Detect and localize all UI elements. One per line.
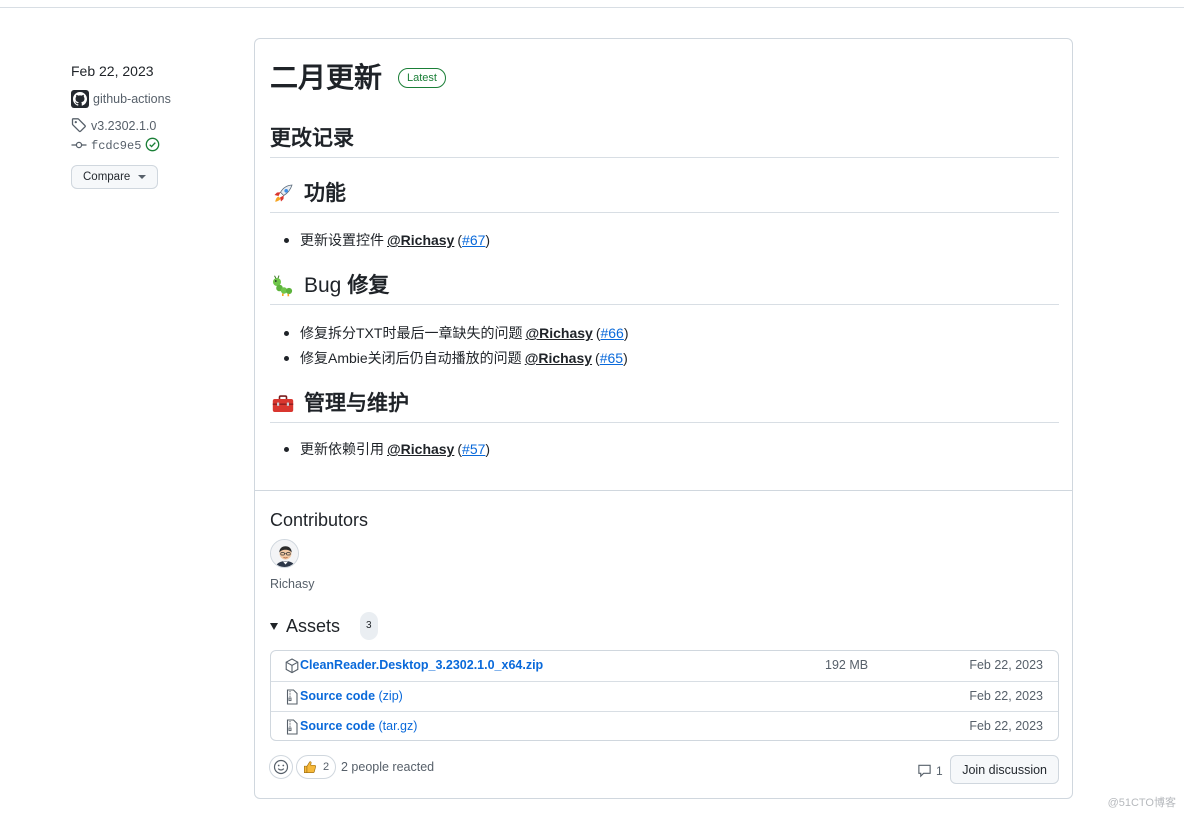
asset-download-link[interactable]: Source code (zip) — [300, 689, 403, 703]
smiley-icon — [273, 759, 289, 775]
commit-sha[interactable]: fcdc9e5 — [91, 139, 141, 153]
join-discussion-button[interactable]: Join discussion — [950, 755, 1059, 784]
section-bugfix-title-a: Bug — [304, 274, 342, 297]
section-features-title: 功能 — [304, 182, 346, 205]
issue-link[interactable]: #67 — [462, 228, 485, 253]
issue-link[interactable]: #66 — [600, 321, 623, 346]
list-item: 更新依赖引用 @Richasy (#57) — [282, 437, 1059, 462]
mention-link[interactable]: @Richasy — [387, 437, 454, 462]
asset-row: Source code (tar.gz) Feb 22, 2023 — [271, 711, 1058, 741]
changelog-heading-text: 更改记录 — [270, 127, 354, 150]
asset-download-link[interactable]: CleanReader.Desktop_3.2302.1.0_x64.zip — [300, 658, 543, 672]
top-divider — [0, 7, 1184, 8]
asset-date: Feb 22, 2023 — [969, 719, 1043, 733]
mention-link[interactable]: @Richasy — [387, 228, 454, 253]
item-text: 更新依赖引用 — [300, 441, 384, 457]
check-circle-icon — [145, 137, 160, 155]
section-bugfix-heading: Bug 修复 — [270, 272, 1059, 305]
tag-icon — [71, 117, 87, 136]
tag-row[interactable]: v3.2302.1.0 — [71, 117, 241, 135]
mention-link[interactable]: @Richasy — [525, 346, 592, 371]
assets-list: CleanReader.Desktop_3.2302.1.0_x64.zip 1… — [270, 650, 1059, 741]
bullet — [284, 331, 289, 336]
compare-button[interactable]: Compare — [71, 165, 159, 189]
maintenance-list: 更新依赖引用 @Richasy (#57) — [282, 437, 1059, 462]
commit-icon — [71, 137, 87, 156]
mention-link[interactable]: @Richasy — [525, 321, 592, 346]
asset-download-link[interactable]: Source code (tar.gz) — [300, 719, 417, 733]
watermark: @51CTO博客 — [1107, 797, 1176, 809]
item-text: 更新设置控件 — [300, 232, 384, 248]
item-text: 修复Ambie关闭后仍自动播放的问题 — [300, 350, 522, 366]
thumbs-up-icon — [304, 761, 316, 773]
compare-label: Compare — [83, 171, 131, 183]
author-name[interactable]: github-actions — [93, 92, 171, 106]
bugfix-list: 修复拆分TXT时最后一章缺失的问题 @Richasy (#66) 修复Ambie… — [282, 321, 1059, 371]
asset-row: Source code (zip) Feb 22, 2023 — [271, 681, 1058, 711]
section-bugfix-title-b: 修复 — [347, 274, 390, 297]
release-meta: Feb 22, 2023 github-actions v3.2302.1.0 … — [71, 62, 241, 189]
comment-icon — [918, 764, 931, 778]
add-reaction-button[interactable] — [269, 755, 293, 779]
assets-count-badge: 3 — [360, 612, 378, 640]
commit-row[interactable]: fcdc9e5 — [71, 137, 241, 155]
issue-link[interactable]: #65 — [600, 346, 623, 371]
section-divider — [255, 490, 1072, 491]
comment-count[interactable]: 1 — [917, 763, 943, 778]
bullet — [284, 356, 289, 361]
item-text: 修复拆分TXT时最后一章缺失的问题 — [300, 325, 523, 341]
section-maintenance-title: 管理与维护 — [304, 392, 409, 415]
contributors-title: Contributors — [270, 510, 369, 530]
author-row[interactable]: github-actions — [71, 90, 241, 108]
file-zip-icon — [285, 719, 299, 735]
release-date: Feb 22, 2023 — [71, 63, 154, 79]
avatar[interactable] — [270, 539, 299, 568]
section-features-heading: 功能 — [270, 180, 1059, 213]
list-item: 更新设置控件 @Richasy (#67) — [282, 228, 1059, 253]
changelog-heading: 更改记录 — [270, 125, 1059, 158]
package-icon — [285, 658, 299, 674]
latest-badge: Latest — [398, 68, 446, 88]
caret-down-icon — [138, 175, 147, 179]
asset-row: CleanReader.Desktop_3.2302.1.0_x64.zip 1… — [271, 651, 1058, 681]
features-list: 更新设置控件 @Richasy (#67) — [282, 228, 1059, 253]
issue-link[interactable]: #57 — [462, 437, 485, 462]
list-item: 修复拆分TXT时最后一章缺失的问题 @Richasy (#66) — [282, 321, 1059, 346]
list-item: 修复Ambie关闭后仍自动播放的问题 @Richasy (#65) — [282, 346, 1059, 371]
bullet — [284, 447, 289, 452]
github-logo-icon — [71, 90, 89, 108]
bullet — [284, 238, 289, 243]
thumbs-up-count: 2 — [323, 761, 330, 773]
release-title[interactable]: 二月更新 — [270, 60, 382, 96]
assets-toggle[interactable]: Assets 3 — [270, 612, 378, 640]
rocket-icon — [270, 181, 296, 207]
release-card: 二月更新 Latest 更改记录 功能 更新设置控件 @Richasy (#67… — [254, 38, 1073, 799]
asset-size: 192 MB — [825, 658, 869, 672]
tag-name[interactable]: v3.2302.1.0 — [91, 119, 156, 133]
section-maintenance-heading: 管理与维护 — [270, 390, 1059, 423]
toolbox-icon — [270, 391, 296, 417]
assets-title: Assets — [286, 616, 341, 636]
thumbs-up-reaction-button[interactable]: 2 — [296, 755, 337, 779]
file-zip-icon — [285, 689, 299, 705]
release-header: 二月更新 Latest — [270, 60, 446, 96]
contributor-name[interactable]: Richasy — [270, 577, 314, 591]
reactions-footer: 2 2 people reacted 1 Join discussion — [269, 755, 1059, 785]
caterpillar-icon — [270, 273, 296, 299]
reaction-summary: 2 people reacted — [341, 760, 435, 774]
asset-date: Feb 22, 2023 — [969, 658, 1043, 672]
asset-date: Feb 22, 2023 — [969, 689, 1043, 703]
triangle-down-icon — [270, 622, 278, 630]
